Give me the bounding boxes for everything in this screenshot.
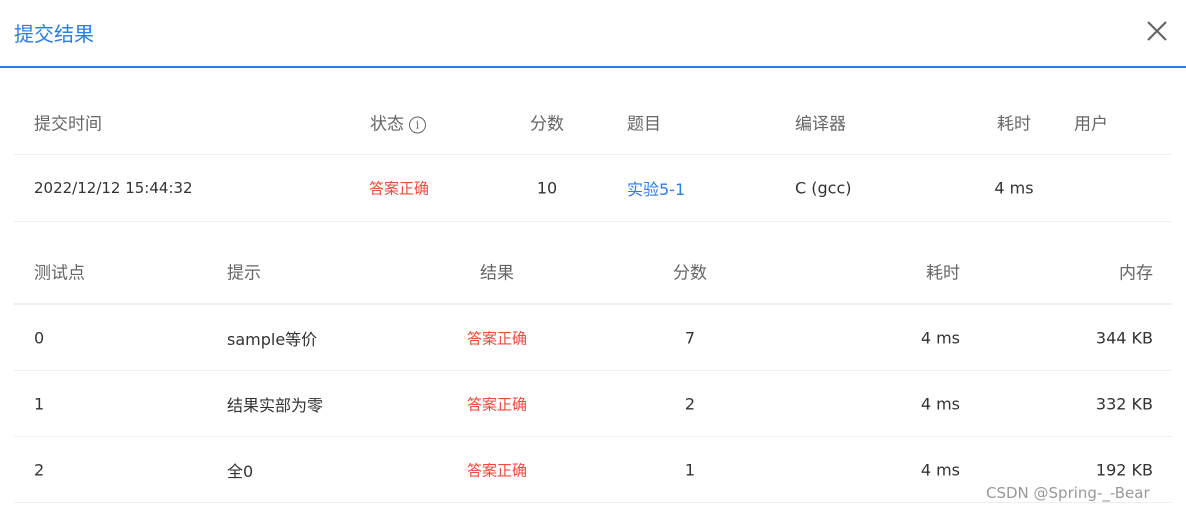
testcase-hint: 全0 [227,461,254,481]
info-icon[interactable]: i [409,116,426,134]
problem-link[interactable]: 实验5-1 [627,176,685,200]
header-hint: 提示 [227,263,261,283]
header-status: 状态 i [370,110,426,135]
submission-score: 10 [536,178,558,198]
watermark: CSDN @Spring-_-Bear [986,484,1150,502]
testcase-header-row: 测试点 提示 结果 分数 耗时 内存 [14,238,1172,305]
header-problem: 题目 [627,114,661,135]
header-score: 分数 [530,114,564,135]
testcase-score: 2 [684,394,696,413]
submission-row: 2022/12/12 15:44:32 答案正确 10 实验5-1 C (gcc… [14,155,1172,222]
testcase-score: 1 [684,460,696,479]
header-time: 提交时间 [34,114,102,135]
submission-duration: 4 ms [994,178,1034,198]
testcase-result: 答案正确 [466,329,528,347]
testcase-id: 2 [34,460,45,479]
header-tc-score: 分数 [673,263,707,283]
header-user: 用户 [1074,114,1108,135]
header-compiler: 编译器 [795,114,846,135]
testcase-memory: 192 KB [1095,460,1153,479]
testcase-id: 0 [34,328,45,347]
testcase-score: 7 [684,328,696,347]
testcase-result: 答案正确 [466,395,528,413]
close-icon[interactable] [1144,18,1170,44]
dialog-header: 提交结果 [0,0,1186,68]
submission-header-row: 提交时间 状态 i 分数 题目 编译器 耗时 用户 [14,90,1172,155]
testcase-memory: 332 KB [1095,394,1153,413]
header-testcase: 测试点 [34,263,85,283]
header-tc-duration: 耗时 [926,263,960,283]
header-duration: 耗时 [997,114,1031,135]
submission-time: 2022/12/12 15:44:32 [34,179,193,197]
submission-compiler: C (gcc) [795,178,852,198]
testcase-duration: 4 ms [920,460,960,479]
header-memory: 内存 [1119,263,1153,283]
testcase-memory: 344 KB [1095,328,1153,347]
submission-status: 答案正确 [368,179,430,198]
testcase-id: 1 [34,394,45,413]
testcase-duration: 4 ms [920,394,960,413]
dialog-title: 提交结果 [14,22,94,46]
testcase-hint: sample等价 [227,329,318,349]
table-row: 0 sample等价 答案正确 7 4 ms 344 KB [14,305,1172,371]
header-result: 结果 [480,263,514,283]
table-row: 1 结果实部为零 答案正确 2 4 ms 332 KB [14,371,1172,437]
header-status-label: 状态 [370,114,404,135]
testcase-result: 答案正确 [466,461,528,479]
testcase-duration: 4 ms [920,328,960,347]
testcase-hint: 结果实部为零 [227,395,324,415]
